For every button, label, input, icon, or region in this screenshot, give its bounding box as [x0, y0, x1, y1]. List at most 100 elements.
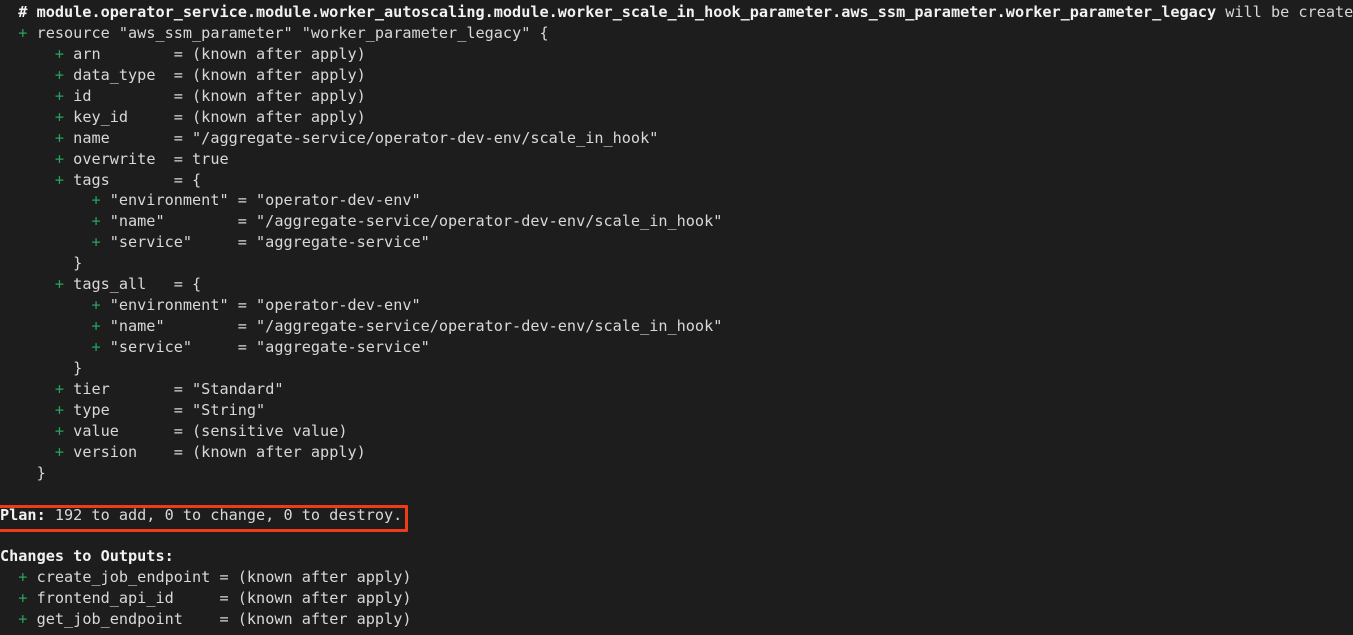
attribute-line: }	[0, 358, 1353, 379]
plan-summary-detail: 192 to add, 0 to change, 0 to destroy.	[45, 505, 403, 524]
attribute-line: + arn = (known after apply)	[0, 44, 1353, 65]
attribute-line: + key_id = (known after apply)	[0, 107, 1353, 128]
add-marker-icon: +	[54, 65, 65, 84]
resource-action-text: will be created	[1216, 3, 1353, 21]
output-line: + get_job_endpoint = (known after apply)	[0, 609, 1353, 630]
output-line-text: frontend_api_id = (known after apply)	[27, 589, 412, 608]
plan-summary-line: Plan: 192 to add, 0 to change, 0 to dest…	[0, 505, 1353, 526]
attribute-line-text: arn = (known after apply)	[64, 44, 366, 63]
attribute-line: + type = "String"	[0, 400, 1353, 421]
add-marker-icon: +	[91, 212, 101, 231]
resource-comment-marker: #	[0, 3, 37, 21]
attribute-line-text: data_type = (known after apply)	[64, 65, 366, 84]
attribute-line-text: "name" = "/aggregate-service/operator-de…	[100, 317, 723, 336]
resource-declaration-text: resource "aws_ssm_parameter" "worker_par…	[27, 23, 549, 42]
add-marker-icon: +	[54, 421, 65, 440]
attribute-line-text: name = "/aggregate-service/operator-dev-…	[64, 128, 659, 147]
output-line-text: get_job_endpoint = (known after apply)	[27, 610, 412, 629]
attribute-line: + overwrite = true	[0, 149, 1353, 170]
add-marker-icon: +	[54, 442, 65, 461]
add-marker-icon: +	[54, 149, 65, 168]
attribute-line: + data_type = (known after apply)	[0, 65, 1353, 86]
add-marker-icon: +	[54, 170, 65, 189]
resource-declaration-line: + resource "aws_ssm_parameter" "worker_p…	[0, 23, 1353, 44]
outputs-heading: Changes to Outputs:	[0, 546, 1353, 567]
add-marker-icon: +	[54, 128, 65, 147]
attribute-line: + name = "/aggregate-service/operator-de…	[0, 128, 1353, 149]
attribute-line-text: tags = {	[64, 170, 202, 189]
attribute-line-text: }	[73, 358, 83, 377]
outputs-entry-list: + create_job_endpoint = (known after app…	[0, 567, 1353, 630]
attribute-line-text: "environment" = "operator-dev-env"	[100, 296, 421, 315]
output-line: + create_job_endpoint = (known after app…	[0, 567, 1353, 588]
attribute-line-text: }	[36, 463, 46, 482]
attribute-line-text: "name" = "/aggregate-service/operator-de…	[100, 212, 723, 231]
plan-summary-block: Plan: 192 to add, 0 to change, 0 to dest…	[0, 504, 1353, 532]
add-marker-icon: +	[54, 275, 65, 294]
attribute-line: + tags = {	[0, 170, 1353, 191]
attribute-line: }	[0, 253, 1353, 274]
attribute-line: + "service" = "aggregate-service"	[0, 337, 1353, 358]
add-marker-icon: +	[91, 296, 101, 315]
attribute-line-text: tags_all = {	[64, 275, 202, 294]
attribute-line-text: }	[73, 254, 83, 273]
attribute-line-text: key_id = (known after apply)	[64, 107, 366, 126]
attribute-line-text: value = (sensitive value)	[64, 421, 348, 440]
attribute-line: + tags_all = {	[0, 274, 1353, 295]
attribute-line-text: "environment" = "operator-dev-env"	[100, 191, 421, 210]
output-line: + frontend_api_id = (known after apply)	[0, 588, 1353, 609]
add-marker-icon: +	[54, 379, 65, 398]
terminal-output-pane[interactable]: # module.operator_service.module.worker_…	[0, 0, 1353, 635]
add-marker-icon: +	[91, 317, 101, 336]
resource-address: module.operator_service.module.worker_au…	[36, 3, 1217, 21]
attribute-line: + value = (sensitive value)	[0, 421, 1353, 442]
outputs-heading-text: Changes to Outputs:	[0, 547, 174, 566]
attribute-line-text: "service" = "aggregate-service"	[100, 338, 430, 356]
plan-summary-label: Plan:	[0, 505, 46, 524]
attribute-line: + "environment" = "operator-dev-env"	[0, 190, 1353, 211]
attribute-line-text: id = (known after apply)	[64, 86, 366, 105]
attribute-line: + "environment" = "operator-dev-env"	[0, 295, 1353, 316]
attribute-line-text: "service" = "aggregate-service"	[100, 233, 430, 252]
attribute-line-text: version = (known after apply)	[64, 442, 366, 461]
resource-attribute-list: + arn = (known after apply) + data_type …	[0, 44, 1353, 484]
attribute-line: + version = (known after apply)	[0, 442, 1353, 463]
add-marker-icon: +	[54, 86, 65, 105]
attribute-line: + "service" = "aggregate-service"	[0, 232, 1353, 253]
attribute-line-text: type = "String"	[64, 400, 266, 419]
attribute-line: }	[0, 463, 1353, 484]
attribute-line: + id = (known after apply)	[0, 86, 1353, 107]
resource-header-line: # module.operator_service.module.worker_…	[0, 0, 1353, 23]
attribute-line-text: tier = "Standard"	[64, 379, 284, 398]
attribute-line: + tier = "Standard"	[0, 379, 1353, 400]
add-marker-icon: +	[54, 44, 65, 63]
spacer-line-1	[0, 484, 1353, 505]
attribute-line-text: overwrite = true	[64, 149, 229, 168]
spacer-line-2	[0, 525, 1353, 546]
attribute-line: + "name" = "/aggregate-service/operator-…	[0, 316, 1353, 337]
add-marker-icon: +	[54, 400, 65, 419]
